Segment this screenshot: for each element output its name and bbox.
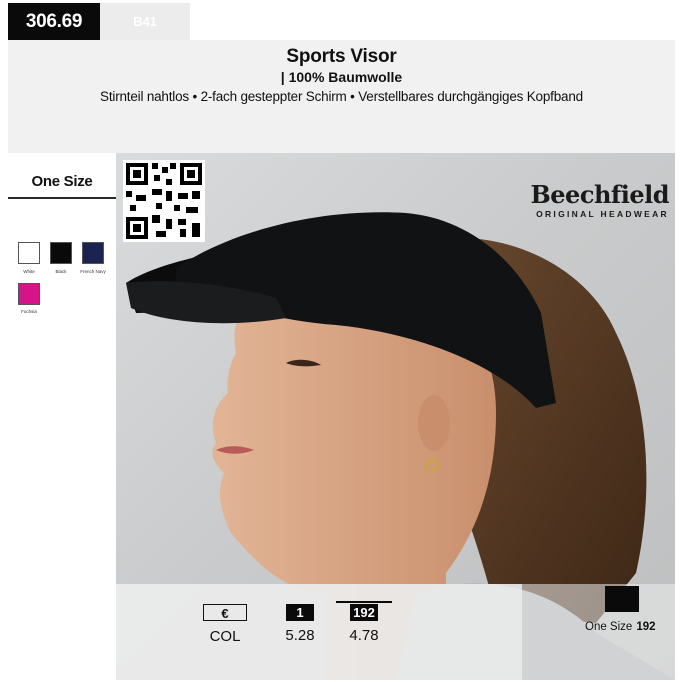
qr-code [123, 160, 205, 242]
packaging-qty: 192 [636, 621, 656, 633]
color-label-white: White [23, 269, 35, 274]
product-photo: Beechfield ORIGINAL HEADWEAR € COL 1 5.2… [116, 153, 675, 680]
brand-tagline: ORIGINAL HEADWEAR [536, 209, 669, 219]
brand-logo: Beechfield ORIGINAL HEADWEAR [530, 180, 670, 220]
color-swatch-fuchsia[interactable] [18, 283, 40, 305]
color-swatch-white[interactable] [18, 242, 40, 264]
price-tier-1: 1 5.28 [280, 604, 320, 644]
color-swatch-french-navy[interactable] [82, 242, 104, 264]
size-color-column: One Size White Black French Navy Fuchsia [8, 153, 116, 680]
product-title: Sports Visor [286, 46, 397, 67]
divider [8, 197, 116, 199]
tier-qty-192: 192 [350, 604, 378, 621]
top-band: 306.69 B41 [0, 0, 683, 40]
tier-qty-1: 1 [286, 604, 314, 621]
model-code: B41 [100, 3, 190, 40]
price-panel: € COL 1 5.28 192 4.78 [116, 584, 522, 680]
packaging-color-swatch [605, 586, 639, 612]
tier-price-192: 4.78 [349, 627, 379, 644]
product-material: | 100% Baumwolle [280, 69, 403, 85]
product-features: Stirnteil nahtlos • 2-fach gesteppter Sc… [100, 89, 583, 104]
tier-price-1: 5.28 [285, 627, 315, 644]
price-tier-currency: € COL [202, 604, 248, 645]
brand-name: Beechfield [530, 180, 670, 209]
packaging-size-label: One Size [585, 621, 633, 633]
color-label-french-navy: French Navy [80, 269, 106, 274]
price-row-label: COL [209, 628, 241, 645]
currency-symbol: € [203, 604, 247, 621]
article-number: 306.69 [8, 3, 100, 40]
size-label: One Size [31, 173, 93, 190]
product-header: Sports Visor | 100% Baumwolle Stirnteil … [8, 40, 675, 153]
color-label-black: Black [55, 269, 67, 274]
packaging-info: One Size 192 [585, 621, 656, 633]
color-swatch-black[interactable] [50, 242, 72, 264]
tier-marker-line [336, 601, 392, 603]
price-tier-192: 192 4.78 [336, 601, 392, 644]
color-label-fuchsia: Fuchsia [21, 309, 37, 314]
